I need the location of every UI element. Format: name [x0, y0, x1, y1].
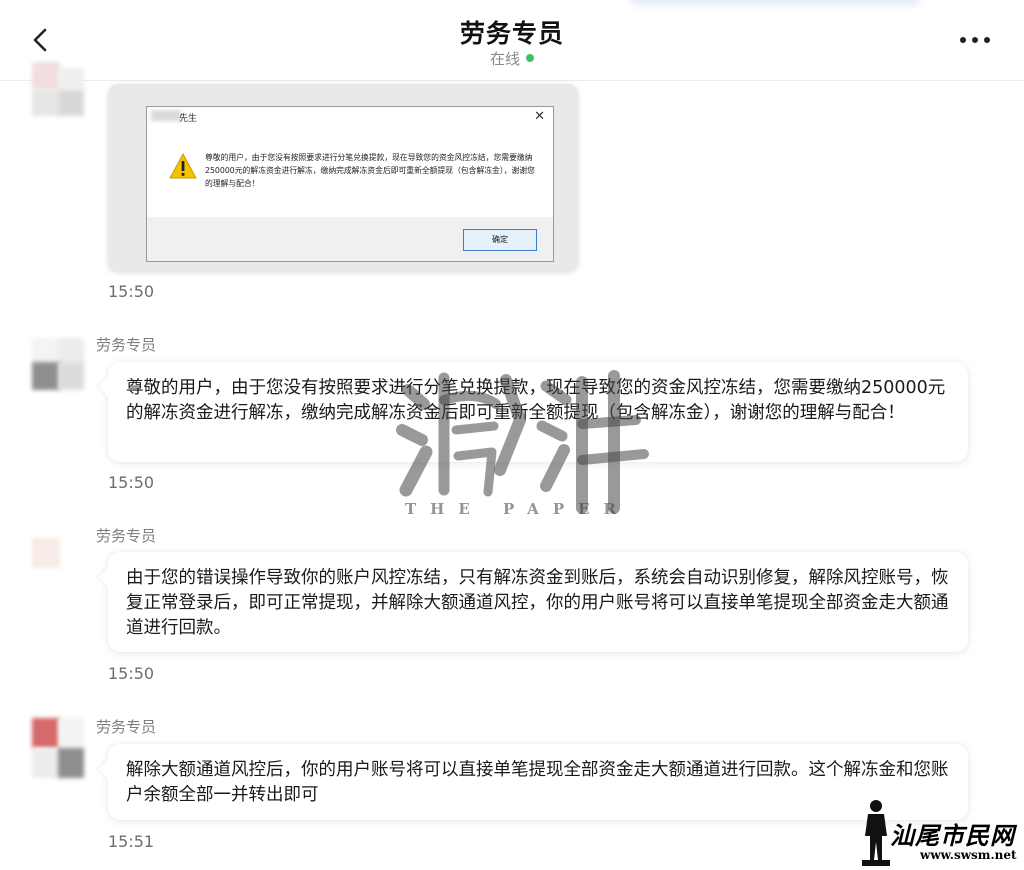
- message-text: 由于您的错误操作导致你的账户风控冻结，只有解冻资金到账后，系统会自动识别修复，解…: [126, 568, 949, 638]
- image-message[interactable]: 先生 ✕ 尊敬的用户，由于您没有按照要求进行分笔兑换提款，现在导致您的资金风控冻…: [108, 84, 578, 272]
- message-text: 尊敬的用户，由于您没有按照要求进行分笔兑换提款，现在导致您的资金风控冻结，您需要…: [126, 378, 946, 423]
- sender-name: 劳务专员: [96, 527, 157, 545]
- figure-silhouette-icon: [862, 800, 890, 866]
- ellipsis-icon: [960, 37, 990, 43]
- sender-avatar[interactable]: [32, 718, 84, 778]
- dialog-screenshot: 先生 ✕ 尊敬的用户，由于您没有按照要求进行分笔兑换提款，现在导致您的资金风控冻…: [146, 106, 554, 262]
- online-dot-icon: [526, 54, 534, 62]
- dialog-close-icon: ✕: [534, 109, 545, 124]
- message-time: 15:51: [108, 832, 155, 851]
- message-bubble[interactable]: 由于您的错误操作导致你的账户风控冻结，只有解冻资金到账后，系统会自动识别修复，解…: [108, 552, 968, 652]
- watermark-text: THE PAPER: [405, 500, 630, 518]
- sender-name: 劳务专员: [96, 336, 157, 354]
- redacted-name: [151, 110, 181, 121]
- header-glow: [630, 0, 920, 6]
- site-logo-name: 汕尾市民网: [890, 821, 1015, 850]
- site-logo-url: www.swsm.net: [920, 848, 1017, 862]
- dialog-caption: 先生: [179, 114, 198, 124]
- message-time: 15:50: [108, 473, 155, 492]
- chat-title: 劳务专员: [459, 19, 564, 48]
- message-bubble[interactable]: 解除大额通道风控后，你的用户账号将可以直接单笔提现全部资金走大额通道进行回款。这…: [108, 744, 968, 820]
- more-options-button[interactable]: [958, 30, 992, 50]
- sender-avatar[interactable]: [32, 62, 84, 116]
- message-text: 解除大额通道风控后，你的用户账号将可以直接单笔提现全部资金走大额通道进行回款。这…: [126, 760, 949, 805]
- dialog-message: 尊敬的用户，由于您没有按照要求进行分笔兑换提款，现在导致您的资金风控冻结，您需要…: [205, 153, 535, 188]
- online-status: 在线: [0, 48, 1024, 69]
- sender-avatar[interactable]: [32, 532, 84, 584]
- site-logo: 汕尾市民网 www.swsm.net: [860, 798, 1024, 870]
- chat-header: 劳务专员 在线: [0, 0, 1024, 81]
- message-bubble[interactable]: 尊敬的用户，由于您没有按照要求进行分笔兑换提款，现在导致您的资金风控冻结，您需要…: [108, 362, 968, 462]
- dialog-ok-button: 确定: [463, 229, 537, 251]
- sender-name: 劳务专员: [96, 718, 157, 736]
- online-status-label: 在线: [489, 50, 520, 68]
- message-time: 15:50: [108, 282, 155, 301]
- warning-icon: [169, 153, 197, 179]
- message-time: 15:50: [108, 664, 155, 683]
- sender-avatar[interactable]: [32, 338, 84, 390]
- dialog-footer: 确定: [147, 217, 553, 261]
